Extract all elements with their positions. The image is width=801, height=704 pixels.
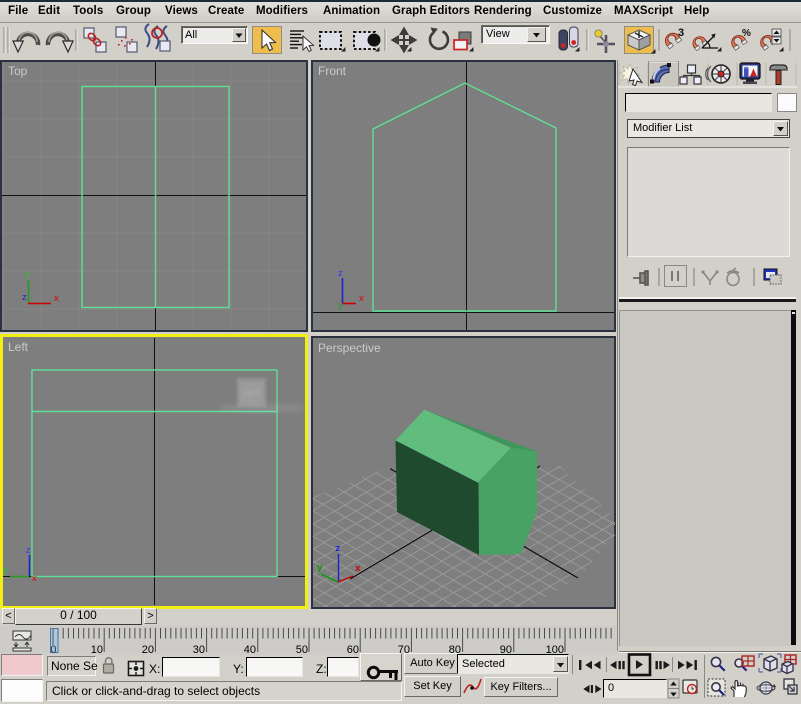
svg-text:%: % — [742, 28, 751, 39]
svg-text:3: 3 — [678, 27, 684, 39]
